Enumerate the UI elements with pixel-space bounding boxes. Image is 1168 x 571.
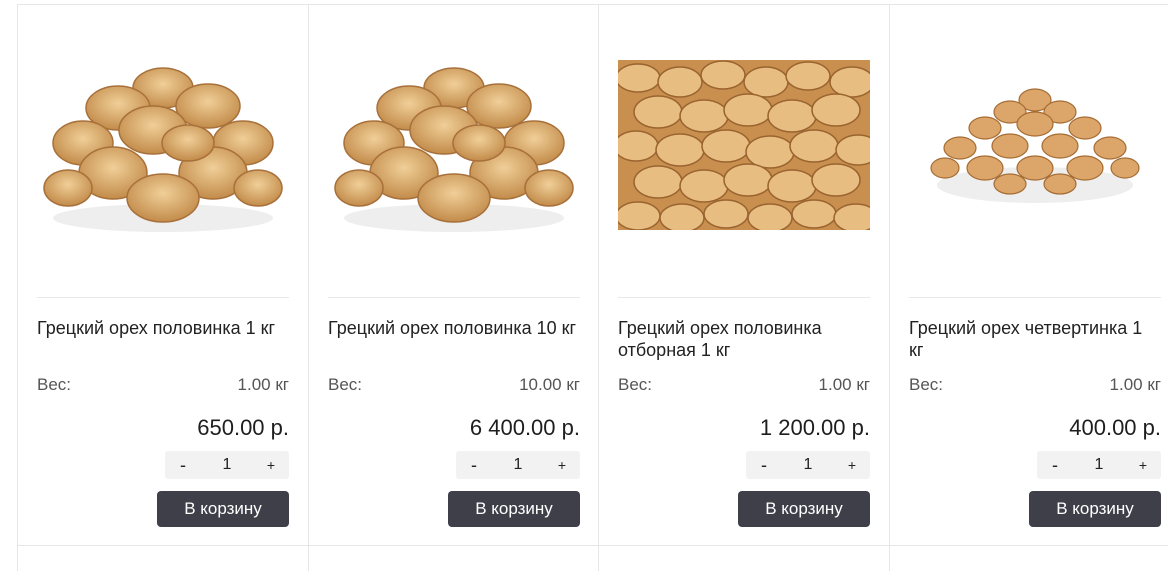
walnut-quarters-pile-icon [930,88,1140,203]
card-divider [618,297,870,298]
quantity-stepper: - 1 + [165,451,289,479]
weight-row: Вес: 1.00 кг [618,375,870,397]
card-divider [909,297,1161,298]
product-image[interactable] [618,45,870,245]
product-card: Грецкий орех половинка отборная 1 кг Вес… [598,5,888,545]
add-to-cart-button[interactable]: В корзину [157,491,289,527]
quantity-stepper: - 1 + [1037,451,1161,479]
quantity-decrease-button[interactable]: - [1037,455,1073,476]
product-title[interactable]: Грецкий орех половинка 10 кг [328,317,580,339]
product-title[interactable]: Грецкий орех четвертинка 1 кг [909,317,1161,361]
product-price: 6 400.00 р. [469,415,580,440]
weight-label: Вес: [909,375,944,394]
quantity-increase-button[interactable]: + [1125,457,1161,473]
card-divider [37,297,289,298]
product-title[interactable]: Грецкий орех половинка 1 кг [37,317,289,339]
weight-row: Вес: 1.00 кг [909,375,1161,397]
product-image[interactable] [328,45,580,245]
quantity-decrease-button[interactable]: - [746,455,782,476]
weight-label: Вес: [37,375,72,394]
quantity-value[interactable]: 1 [788,456,828,474]
quantity-decrease-button[interactable]: - [456,455,492,476]
weight-value: 1.00 кг [1109,375,1161,394]
weight-label: Вес: [618,375,653,394]
quantity-increase-button[interactable]: + [253,457,289,473]
quantity-decrease-button[interactable]: - [165,455,201,476]
grid-divider [17,545,1168,546]
card-divider [328,297,580,298]
quantity-increase-button[interactable]: + [544,457,580,473]
add-to-cart-button[interactable]: В корзину [738,491,870,527]
walnut-halves-pile-icon [43,66,283,232]
walnut-halves-pile-icon [334,66,574,232]
add-to-cart-button[interactable]: В корзину [448,491,580,527]
product-price: 1 200.00 р. [759,415,870,440]
weight-label: Вес: [328,375,363,394]
quantity-stepper: - 1 + [746,451,870,479]
product-card: Грецкий орех четвертинка 1 кг Вес: 1.00 … [889,5,1168,545]
quantity-increase-button[interactable]: + [834,457,870,473]
weight-value: 1.00 кг [818,375,870,394]
product-card: Грецкий орех половинка 1 кг Вес: 1.00 кг… [17,5,307,545]
weight-row: Вес: 1.00 кг [37,375,289,397]
weight-value: 10.00 кг [519,375,580,394]
quantity-value[interactable]: 1 [207,456,247,474]
product-image[interactable] [37,45,289,245]
quantity-value[interactable]: 1 [498,456,538,474]
add-to-cart-button[interactable]: В корзину [1029,491,1161,527]
product-price: 650.00 р. [197,415,289,440]
walnut-kernels-closeup-icon [618,60,870,230]
product-image[interactable] [909,45,1161,245]
product-card: Грецкий орех половинка 10 кг Вес: 10.00 … [308,5,598,545]
quantity-stepper: - 1 + [456,451,580,479]
product-price: 400.00 р. [1069,415,1161,440]
quantity-value[interactable]: 1 [1079,456,1119,474]
weight-row: Вес: 10.00 кг [328,375,580,397]
product-title[interactable]: Грецкий орех половинка отборная 1 кг [618,317,870,361]
weight-value: 1.00 кг [237,375,289,394]
